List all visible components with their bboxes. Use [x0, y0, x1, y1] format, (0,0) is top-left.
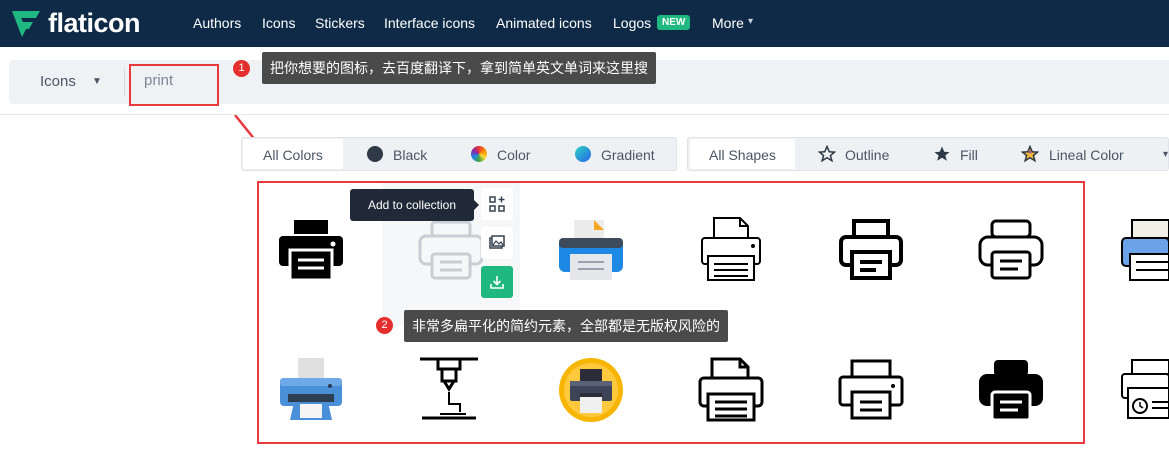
nav-interface-icons[interactable]: Interface icons: [384, 15, 475, 31]
annotation-1: 把你想要的图标，去百度翻译下，拿到简单英文单词来这里搜: [262, 52, 656, 84]
logo-text: flaticon: [48, 8, 141, 38]
filter-fill[interactable]: Fill: [960, 147, 978, 163]
chevron-down-icon[interactable]: ▾: [1163, 149, 1168, 160]
printer-solid-icon[interactable]: [978, 358, 1044, 422]
flaticon-logo[interactable]: flaticon: [10, 8, 141, 39]
printer-outline-icon[interactable]: [700, 216, 762, 282]
add-to-collection-icon: [489, 196, 505, 212]
nav-logos[interactable]: Logos: [613, 15, 651, 31]
nav-authors[interactable]: Authors: [193, 15, 241, 31]
printer-color-icon[interactable]: [558, 218, 624, 282]
search-divider: [124, 68, 125, 96]
chevron-down-icon[interactable]: ▼: [92, 76, 102, 87]
filter-all-shapes[interactable]: All Shapes: [709, 147, 776, 163]
annotation-2: 非常多扁平化的简约元素，全部都是无版权风险的: [404, 310, 728, 342]
nav-animated-icons[interactable]: Animated icons: [496, 15, 592, 31]
download-icon: [490, 276, 504, 289]
star-lineal-color-icon: [1021, 145, 1039, 163]
highlight-box-search: [129, 64, 219, 106]
filter-gradient[interactable]: Gradient: [601, 147, 655, 163]
black-dot-icon: [367, 146, 383, 162]
nav-stickers[interactable]: Stickers: [315, 15, 365, 31]
3d-printer-icon[interactable]: [418, 356, 480, 422]
chevron-down-icon: ▾: [748, 16, 754, 27]
search-type-select[interactable]: Icons: [40, 73, 76, 90]
download-button[interactable]: [481, 266, 513, 298]
filter-all-colors[interactable]: All Colors: [263, 147, 323, 163]
nav-more[interactable]: More: [712, 15, 744, 31]
printer-rounded-outline-icon[interactable]: [978, 218, 1044, 282]
printer-paper-outline-icon[interactable]: [698, 356, 764, 422]
add-to-collection-button[interactable]: [481, 188, 513, 220]
annotation-number-2: 2: [376, 317, 393, 334]
star-fill-icon: [934, 146, 950, 161]
annotation-number-1: 1: [233, 60, 250, 77]
printer-clock-partial-icon[interactable]: [1120, 358, 1169, 422]
printer-gray-icon[interactable]: [418, 218, 484, 282]
printer-blue-flat-icon[interactable]: [278, 356, 344, 422]
gradient-dot-icon: [575, 146, 591, 162]
color-wheel-icon: [471, 146, 487, 162]
edit-icon-button[interactable]: [481, 227, 513, 259]
filter-outline[interactable]: Outline: [845, 147, 889, 163]
printer-thin-outline-icon[interactable]: [838, 358, 904, 422]
nav-icons[interactable]: Icons: [262, 15, 295, 31]
top-navigation: flaticon Authors Icons Stickers Interfac…: [0, 0, 1169, 47]
star-outline-icon: [818, 145, 836, 163]
image-edit-icon: [489, 235, 505, 249]
divider: [0, 114, 1169, 115]
filter-lineal-color[interactable]: Lineal Color: [1049, 147, 1124, 163]
add-to-collection-tooltip: Add to collection: [350, 189, 479, 221]
printer-bold-outline-icon[interactable]: [838, 218, 904, 282]
flaticon-logo-icon: [12, 10, 40, 37]
printer-fill-icon[interactable]: [278, 218, 344, 282]
printer-circle-badge-icon[interactable]: [558, 357, 624, 423]
new-badge: NEW: [657, 15, 691, 30]
filter-black[interactable]: Black: [393, 147, 427, 163]
printer-blue-partial-icon[interactable]: [1120, 218, 1169, 282]
filter-color[interactable]: Color: [497, 147, 530, 163]
